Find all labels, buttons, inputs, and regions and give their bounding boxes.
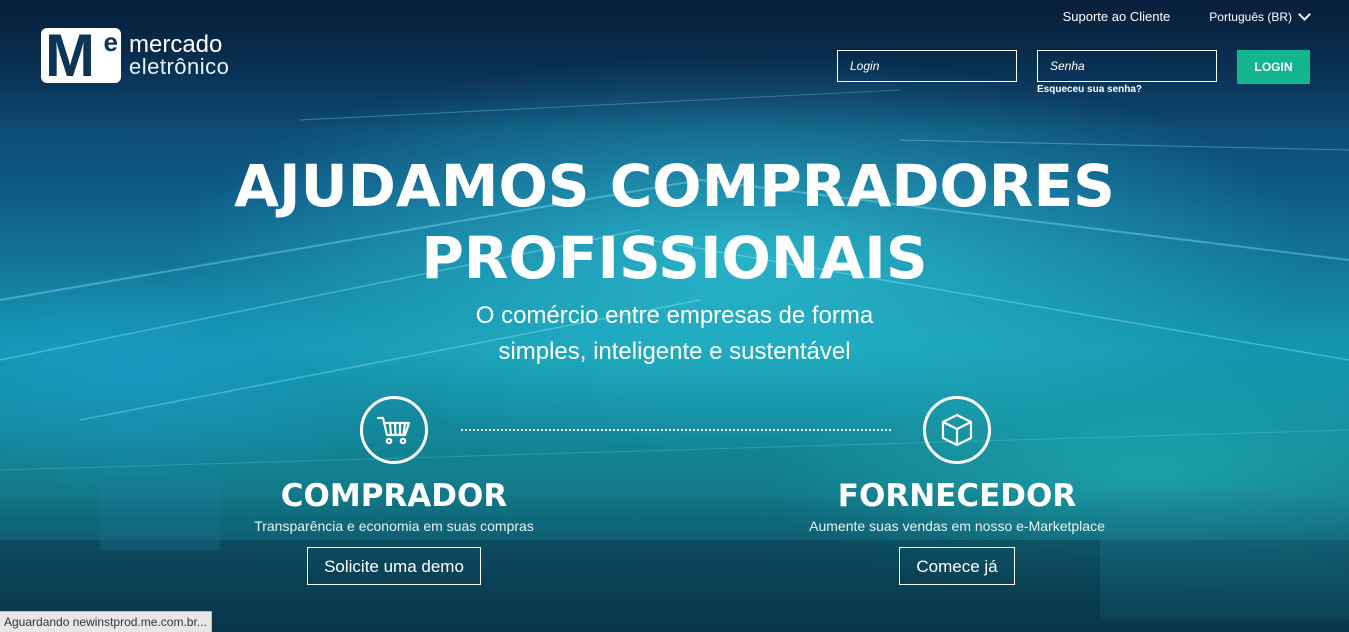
get-started-button[interactable]: Comece já — [899, 547, 1015, 585]
hero-subtitle-line2: simples, inteligente e sustentável — [498, 338, 851, 365]
login-button[interactable]: LOGIN — [1237, 50, 1310, 84]
logo-wordmark: mercado eletrônico — [129, 30, 230, 79]
password-field-wrap: Esqueceu sua senha? — [1037, 50, 1217, 95]
browser-status-bar: Aguardando newinstprod.me.com.br... — [0, 611, 212, 632]
supplier-section: FORNECEDOR Aumente suas vendas em nosso … — [777, 396, 1137, 585]
logo-mark-letter: M — [45, 22, 95, 89]
password-input[interactable] — [1037, 50, 1217, 82]
logo-mark: M e — [41, 22, 121, 89]
logo-text-line2: eletrônico — [129, 53, 230, 79]
hero-subtitle-line1: O comércio entre empresas de forma — [475, 302, 874, 329]
logo-text-line1: mercado — [129, 30, 223, 58]
language-label: Português (BR) — [1209, 9, 1292, 24]
hero-headline-line1: AJUDAMOS COMPRADORES — [234, 152, 1115, 220]
logo-mark-superscript: e — [103, 27, 118, 57]
forgot-password-link[interactable]: Esqueceu sua senha? — [1037, 84, 1142, 95]
login-form: Esqueceu sua senha? LOGIN — [837, 50, 1310, 95]
buyer-description: Transparência e economia em suas compras — [254, 518, 534, 534]
hero-headline: AJUDAMOS COMPRADORES PROFISSIONAIS — [0, 150, 1349, 294]
login-input[interactable] — [837, 50, 1017, 82]
support-link[interactable]: Suporte ao Cliente — [1063, 9, 1171, 24]
supplier-title: FORNECEDOR — [837, 478, 1077, 514]
language-selector[interactable]: Português (BR) — [1209, 7, 1311, 24]
request-demo-button[interactable]: Solicite uma demo — [307, 547, 481, 585]
box-icon — [923, 396, 991, 464]
brand-logo[interactable]: M e mercado eletrônico — [41, 22, 230, 89]
supplier-description: Aumente suas vendas em nosso e-Marketpla… — [809, 518, 1105, 534]
hero-headline-line2: PROFISSIONAIS — [421, 224, 928, 292]
hero-subtitle: O comércio entre empresas de forma simpl… — [0, 298, 1349, 370]
shopping-cart-icon — [360, 396, 428, 464]
login-field-wrap — [837, 50, 1017, 82]
chevron-down-icon — [1298, 7, 1311, 21]
buyer-section: COMPRADOR Transparência e economia em su… — [214, 396, 574, 585]
top-links: Suporte ao Cliente Português (BR) — [1063, 7, 1311, 24]
buyer-title: COMPRADOR — [280, 478, 508, 514]
